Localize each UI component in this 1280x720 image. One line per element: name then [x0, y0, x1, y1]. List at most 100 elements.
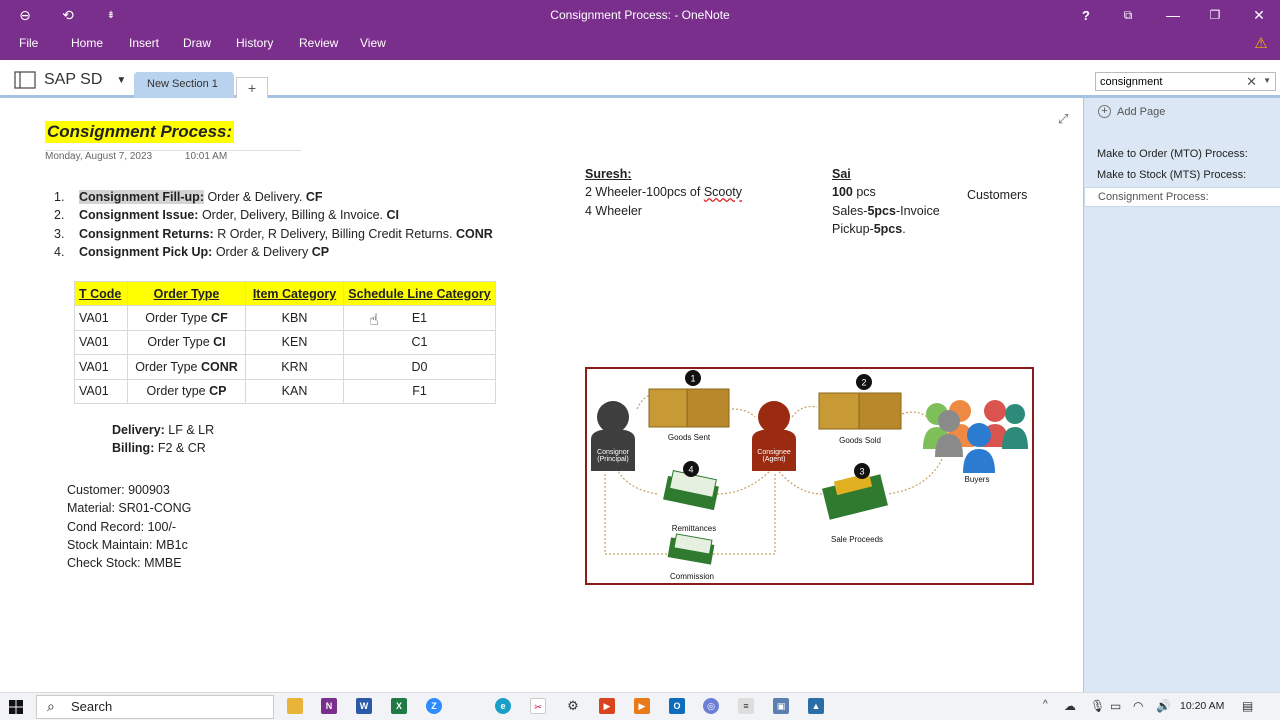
table-cell[interactable]: C1 — [343, 329, 496, 356]
media-player-icon[interactable]: ▶ — [599, 698, 615, 714]
table-header-row: T Code Order Type Item Category Schedule… — [74, 280, 496, 307]
table-cell[interactable]: Order Type CI — [127, 329, 246, 356]
page-item-mto[interactable]: Make to Order (MTO) Process: — [1084, 145, 1280, 165]
consignee-label: Consignee (Agent) — [757, 449, 791, 463]
add-icon: + — [1098, 105, 1111, 118]
page-title[interactable]: Consignment Process: — [45, 121, 235, 143]
sai-qty: 5pcs — [867, 203, 896, 218]
table-cell[interactable]: VA01 — [74, 305, 128, 331]
cloud-icon[interactable]: ☁ — [1064, 699, 1076, 713]
menu-draw[interactable]: Draw — [183, 36, 211, 50]
notebook-name: SAP SD — [44, 71, 103, 88]
table-cell[interactable]: Order Type CF — [127, 305, 246, 331]
clock[interactable]: 10:20 AM — [1180, 700, 1224, 712]
file-explorer-icon[interactable] — [287, 698, 303, 714]
menu-insert[interactable]: Insert — [129, 36, 159, 50]
suresh-note: Suresh: 2 Wheeler-100pcs of Scooty 4 Whe… — [585, 165, 742, 220]
table-cell[interactable]: VA01 — [74, 329, 128, 356]
table-cell[interactable]: D0 — [343, 354, 496, 380]
consignor-head — [597, 401, 629, 433]
notepad-icon[interactable]: ≡ — [738, 698, 754, 714]
add-section-button[interactable]: + — [236, 77, 268, 98]
minimize-icon[interactable]: — — [1160, 4, 1186, 26]
sai-text: Sales- — [832, 203, 868, 218]
menu-history[interactable]: History — [236, 36, 273, 50]
buyers-label: Buyers — [964, 475, 990, 484]
table-cell[interactable]: E1 — [343, 305, 496, 331]
restore-icon[interactable]: ❐ — [1202, 4, 1228, 26]
table-cell[interactable]: Order Type CONR — [127, 354, 246, 380]
microphone-icon[interactable]: 🎙 — [1090, 699, 1105, 713]
table-cell[interactable]: KRN — [245, 354, 344, 380]
taskbar-search-label: Search — [71, 699, 113, 714]
consignment-diagram-image[interactable]: 1 2 3 4 Consignor (Principal) Consignee … — [585, 367, 1034, 585]
page-item-consignment[interactable]: Consignment Process: — [1084, 187, 1280, 207]
snipping-tool-icon[interactable]: ✂ — [530, 698, 546, 714]
list-number: 3. — [54, 226, 65, 241]
note-line: Cond Record: 100/- — [67, 519, 177, 534]
table-cell[interactable]: KEN — [245, 329, 344, 356]
camera-icon[interactable]: ▭ — [1110, 699, 1121, 713]
delivery-billing-note: Delivery: LF & LR Billing: F2 & CR — [112, 421, 214, 457]
column-header: T Code — [74, 280, 128, 307]
table-cell[interactable]: F1 — [343, 378, 496, 404]
list-item: 1. Consignment Fill-up: Order & Delivery… — [54, 188, 493, 206]
master-data-note: Customer: 900903 Material: SR01-CONG Con… — [67, 481, 191, 572]
notifications-icon[interactable]: ▤ — [1242, 699, 1253, 713]
step-badge-4: 4 — [688, 465, 693, 475]
excel-icon[interactable]: X — [391, 698, 407, 714]
edge-icon[interactable]: e — [495, 698, 511, 714]
wifi-icon[interactable]: ◠ — [1133, 699, 1143, 713]
sai-note: Sai 100 pcs Sales-5pcs-Invoice Pickup-5p… — [832, 165, 940, 238]
chevron-up-icon[interactable]: ^ — [1043, 699, 1048, 710]
word-icon[interactable]: W — [356, 698, 372, 714]
full-page-view-icon[interactable]: ⧉ — [1115, 4, 1141, 26]
menu-file[interactable]: File — [19, 36, 38, 50]
step-label: Consignment Returns: — [79, 226, 214, 241]
order-type-text: Order Type — [147, 335, 214, 350]
volume-icon[interactable]: 🔊 — [1156, 699, 1171, 713]
step-badge-3: 3 — [859, 467, 864, 477]
tab-new-section-1[interactable]: New Section 1 — [134, 72, 234, 98]
search-scope-chevron-icon[interactable]: ▼ — [1263, 76, 1271, 85]
app-icon[interactable]: ◎ — [703, 698, 719, 714]
menu-review[interactable]: Review — [299, 36, 338, 50]
page-canvas[interactable]: Consignment Process: Monday, August 7, 2… — [0, 100, 1083, 692]
search-input[interactable]: consignment ✕ ▼ — [1095, 72, 1276, 91]
taskbar-search-box[interactable]: ⌕ Search — [36, 695, 274, 719]
table-row: VA01 Order type CP KAN F1 — [74, 378, 496, 404]
table-cell[interactable]: KBN — [245, 305, 344, 331]
menu-home[interactable]: Home — [71, 36, 103, 50]
menu-view[interactable]: View — [360, 36, 386, 50]
add-page-button[interactable]: + Add Page — [1098, 105, 1165, 118]
zoom-icon[interactable]: Z — [426, 698, 442, 714]
table-cell[interactable]: VA01 — [74, 354, 128, 380]
table-cell[interactable]: KAN — [245, 378, 344, 404]
windows-start-icon[interactable] — [9, 700, 23, 714]
search-value: consignment — [1100, 76, 1163, 88]
help-icon[interactable]: ? — [1073, 4, 1099, 26]
step-badge-1: 1 — [690, 374, 695, 384]
page-item-mts[interactable]: Make to Stock (MTS) Process: — [1084, 166, 1280, 186]
onenote-icon[interactable]: N — [321, 698, 337, 714]
spellcheck-word: Scooty — [703, 185, 743, 200]
column-header: Order Type — [127, 280, 246, 307]
goods-sent-label: Goods Sent — [667, 433, 711, 442]
presentation-icon[interactable]: ▶ — [634, 698, 650, 714]
warning-icon[interactable]: ⚠ — [1248, 32, 1274, 54]
table-cell[interactable]: Order type CP — [127, 378, 246, 404]
commission-label: Commission — [669, 572, 714, 581]
settings-gear-icon[interactable]: ⚙ — [565, 698, 581, 714]
outlook-icon[interactable]: O — [669, 698, 685, 714]
customers-label: Customers — [967, 188, 1028, 202]
remote-desktop-icon[interactable]: ▣ — [773, 698, 789, 714]
table-cell[interactable]: VA01 — [74, 378, 128, 404]
title-bar: ⊖ ⟲ ⇟ Consignment Process: - OneNote ? ⧉… — [0, 0, 1280, 30]
tcode-table[interactable]: T Code Order Type Item Category Schedule… — [74, 280, 496, 404]
close-icon[interactable]: ✕ — [1246, 4, 1272, 26]
expand-icon[interactable]: ⤢ — [1058, 111, 1068, 127]
notebook-selector[interactable]: SAP SD ▼ — [14, 71, 126, 89]
billing-value: F2 & CR — [154, 441, 206, 455]
clear-search-icon[interactable]: ✕ — [1246, 74, 1257, 90]
photos-icon[interactable]: ▲ — [808, 698, 824, 714]
